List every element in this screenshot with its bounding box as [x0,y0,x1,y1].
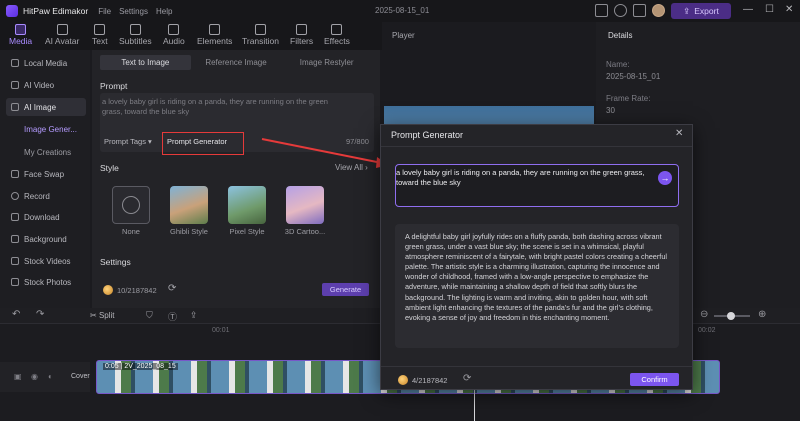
refresh-icon[interactable]: ⟳ [463,373,471,384]
dialog-credits: 4/2187842 [412,376,448,385]
close-icon[interactable]: ✕ [675,128,683,139]
input-text: a lovely baby girl is riding on a panda,… [396,168,645,187]
footer-divider [381,366,692,367]
send-arrow-icon[interactable]: → [658,171,672,185]
generated-prompt-box[interactable]: A delightful baby girl joyfully rides on… [395,224,679,348]
dialog-title: Prompt Generator [391,130,464,140]
generated-prompt-text: A delightful baby girl joyfully rides on… [405,232,668,322]
prompt-input-field[interactable]: a lovely baby girl is riding on a panda,… [395,164,679,207]
dialog-header: Prompt Generator ✕ [381,125,692,147]
coin-icon [398,375,408,385]
prompt-generator-dialog: Prompt Generator ✕ a lovely baby girl is… [380,124,693,390]
confirm-button[interactable]: Confirm [630,373,679,386]
